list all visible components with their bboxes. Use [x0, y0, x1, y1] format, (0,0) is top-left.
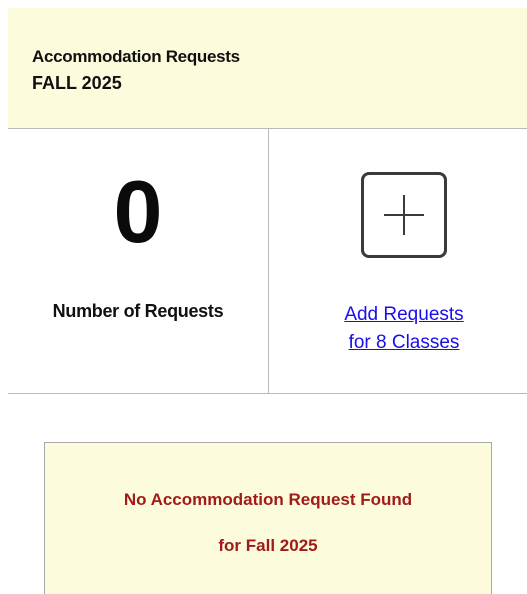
- plus-icon: [384, 195, 424, 235]
- add-requests-link[interactable]: Add Requests for 8 Classes: [309, 301, 499, 357]
- no-requests-notice: No Accommodation Request Found for Fall …: [44, 442, 492, 594]
- notice-message: No Accommodation Request Found: [123, 490, 413, 509]
- add-requests-button[interactable]: [361, 172, 447, 258]
- add-requests-panel: Add Requests for 8 Classes: [269, 129, 527, 394]
- add-requests-link-line2[interactable]: for 8 Classes: [309, 329, 499, 357]
- request-count-label: Number of Requests: [52, 301, 224, 321]
- page-title: Accommodation Requests: [32, 47, 240, 66]
- term-label: FALL 2025: [32, 73, 122, 93]
- request-count: 0: [113, 162, 163, 261]
- notice-term: for Fall 2025: [218, 536, 318, 555]
- requests-header: Accommodation Requests FALL 2025: [8, 8, 527, 129]
- add-requests-link-line1[interactable]: Add Requests: [309, 301, 499, 329]
- request-count-panel: 0 Number of Requests: [8, 129, 269, 394]
